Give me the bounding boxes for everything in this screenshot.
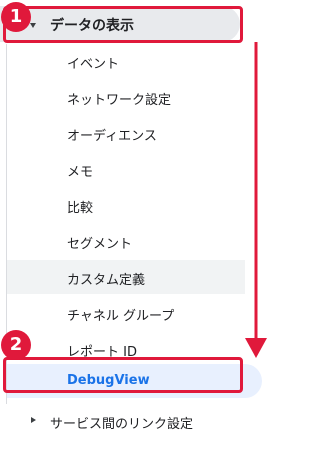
nav-item-label: メモ <box>67 165 94 180</box>
nav-item-label: カスタム定義 <box>67 273 146 288</box>
nav-item-label: オーディエンス <box>67 129 157 144</box>
nav-item-label: チャネル グループ <box>67 309 175 324</box>
nav-item-label: ネットワーク設定 <box>67 93 172 108</box>
nav-item-events[interactable]: イベント <box>7 44 245 78</box>
nav-item-notes[interactable]: メモ <box>7 152 245 186</box>
service-linking-section-header[interactable]: サービス間のリンク設定 <box>0 408 275 438</box>
collapse-arrow-icon <box>31 417 36 423</box>
nav-item-network-settings[interactable]: ネットワーク設定 <box>7 80 245 114</box>
nav-item-audiences[interactable]: オーディエンス <box>7 116 245 150</box>
highlight-box-step2 <box>3 357 243 393</box>
step-badge-2: 2 <box>1 330 31 360</box>
nav-item-label: イベント <box>67 57 120 72</box>
nav-item-segments[interactable]: セグメント <box>7 224 245 258</box>
nav-item-channel-groups[interactable]: チャネル グループ <box>7 296 245 330</box>
nav-item-label: 比較 <box>67 201 94 216</box>
nav-item-label: セグメント <box>67 237 133 252</box>
section-label: サービス間のリンク設定 <box>50 417 194 432</box>
nav-item-comparisons[interactable]: 比較 <box>7 188 245 222</box>
down-arrow-annotation <box>245 42 267 358</box>
step-badge-1: 1 <box>1 2 31 32</box>
highlight-box-step1 <box>3 6 243 43</box>
nav-item-custom-definitions[interactable]: カスタム定義 <box>7 260 245 294</box>
